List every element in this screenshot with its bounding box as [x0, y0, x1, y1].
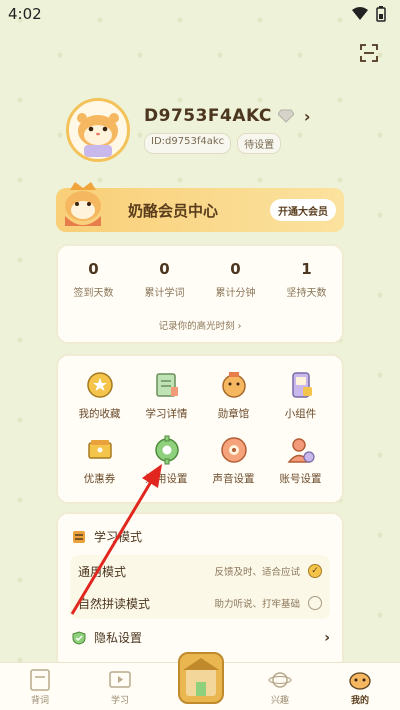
user-info: D9753F4AKC › ID:d9753f4akc 待设置: [144, 106, 311, 154]
feature-label: 优惠券: [83, 473, 116, 485]
nav-study[interactable]: 学习: [90, 669, 150, 706]
feature-label: 勋章馆: [217, 408, 250, 420]
user-id-tag[interactable]: ID:d9753f4akc: [144, 133, 232, 154]
wifi-icon: [352, 7, 368, 20]
feature-account-settings[interactable]: 账号设置: [267, 435, 334, 486]
feature-label: 账号设置: [279, 473, 322, 485]
feature-coupons[interactable]: 优惠券: [66, 435, 133, 486]
radio-checked-icon[interactable]: ✓: [308, 564, 322, 578]
nav-words[interactable]: 背词: [10, 669, 70, 706]
open-vip-button[interactable]: 开通大会员: [270, 199, 336, 221]
stat-label: 累计分钟: [215, 288, 256, 299]
feature-favorites[interactable]: 我的收藏: [66, 370, 133, 421]
profile-tags: ID:d9753f4akc 待设置: [144, 133, 311, 154]
feature-label: 我的收藏: [78, 408, 121, 420]
stat-label: 签到天数: [73, 288, 114, 299]
study-mode-header: 学习模式: [58, 514, 342, 545]
feature-label: 学习详情: [145, 408, 188, 420]
stat-streak-days[interactable]: 1 坚持天数: [274, 260, 340, 299]
stat-value: 0: [88, 260, 99, 278]
features-grid: 我的收藏 学习详情 勋章馆 小组件 优惠券 通用设置 声音设置 账号设置: [58, 356, 342, 486]
nav-label: 背词: [30, 696, 49, 706]
highlight-moments-link[interactable]: 记录你的高光时刻 ›: [58, 318, 342, 332]
house-center-icon: [183, 658, 219, 696]
phone-widget-icon: [291, 372, 312, 398]
battery-icon: [376, 6, 386, 22]
nav-me[interactable]: 我的: [330, 669, 390, 706]
diamond-icon: [277, 109, 294, 123]
account-icon: [286, 438, 315, 463]
study-mode-card: 学习模式 通用模式 反馈及时、适合应试 ✓ 自然拼读模式 助力听说、打牢基础 隐…: [56, 512, 344, 672]
privacy-label: 隐私设置: [94, 631, 143, 645]
feature-general-settings[interactable]: 通用设置: [133, 435, 200, 486]
stat-checkin-days[interactable]: 0 签到天数: [61, 260, 127, 299]
book-icon: [73, 530, 85, 543]
chevron-right-icon: ›: [324, 629, 330, 646]
user-name-row[interactable]: D9753F4AKC ›: [144, 106, 311, 126]
planet-icon: [268, 672, 292, 688]
stat-value: 0: [230, 260, 241, 278]
study-mode-options: 通用模式 反馈及时、适合应试 ✓ 自然拼读模式 助力听说、打牢基础: [70, 555, 330, 619]
abc-book-icon: [30, 669, 50, 691]
feature-sound-settings[interactable]: 声音设置: [200, 435, 267, 486]
nav-label: 兴趣: [270, 696, 289, 706]
avatar[interactable]: [66, 98, 130, 162]
vip-banner[interactable]: 奶酪会员中心 开通大会员: [56, 182, 344, 232]
nav-home-center[interactable]: [178, 652, 224, 704]
stat-label: 累计学词: [144, 288, 185, 299]
shield-icon: [72, 630, 86, 645]
vip-title: 奶酪会员中心: [128, 201, 219, 220]
badge-icon: [221, 372, 246, 398]
feature-label: 小组件: [284, 408, 317, 420]
speaker-icon: [220, 437, 247, 463]
radio-unchecked-icon[interactable]: [308, 596, 322, 610]
nav-label: 我的: [350, 696, 369, 706]
stat-minutes[interactable]: 0 累计分钟: [203, 260, 269, 299]
username: D9753F4AKC: [144, 106, 272, 126]
pending-settings-tag[interactable]: 待设置: [237, 133, 282, 154]
crowned-hamster-icon: [65, 182, 101, 226]
profile-header: D9753F4AKC › ID:d9753f4akc 待设置: [66, 98, 311, 162]
mode-name: 自然拼读模式: [78, 596, 151, 611]
stat-label: 坚持天数: [286, 288, 327, 299]
mode-option-phonics[interactable]: 自然拼读模式 助力听说、打牢基础: [70, 587, 330, 619]
mode-desc: 反馈及时、适合应试: [214, 567, 300, 578]
star-medal-icon: [86, 372, 113, 398]
mode-desc: 助力听说、打牢基础: [214, 599, 300, 610]
study-mode-title: 学习模式: [94, 530, 143, 544]
notebook-icon: [155, 373, 178, 397]
feature-label: 通用设置: [145, 473, 188, 485]
scan-icon[interactable]: [360, 44, 378, 62]
stats-row: 0 签到天数 0 累计学词 0 累计分钟 1 坚持天数: [58, 246, 342, 299]
video-play-icon: [109, 671, 131, 688]
feature-study-details[interactable]: 学习详情: [133, 370, 200, 421]
features-card: 我的收藏 学习详情 勋章馆 小组件 优惠券 通用设置 声音设置 账号设置: [56, 354, 344, 504]
hamster-avatar-icon: [77, 113, 119, 157]
gear-icon: [154, 435, 179, 465]
mode-option-general[interactable]: 通用模式 反馈及时、适合应试 ✓: [70, 555, 330, 587]
stats-card: 0 签到天数 0 累计学词 0 累计分钟 1 坚持天数 记录你的高光时刻 ›: [56, 244, 344, 344]
hamster-face-icon: [349, 672, 371, 690]
status-icons: [352, 6, 386, 22]
feature-label: 声音设置: [212, 473, 255, 485]
feature-badges[interactable]: 勋章馆: [200, 370, 267, 421]
chevron-right-icon[interactable]: ›: [304, 107, 311, 126]
privacy-settings-row[interactable]: 隐私设置 ›: [58, 619, 342, 646]
nav-interest[interactable]: 兴趣: [250, 669, 310, 706]
stat-words-learned[interactable]: 0 累计学词: [132, 260, 198, 299]
feature-widgets[interactable]: 小组件: [267, 370, 334, 421]
stat-value: 1: [301, 260, 312, 278]
nav-label: 学习: [110, 696, 129, 706]
stat-value: 0: [159, 260, 170, 278]
status-bar: 4:02: [0, 0, 400, 28]
coupon-icon: [87, 440, 112, 459]
status-time: 4:02: [8, 5, 42, 23]
mode-name: 通用模式: [78, 564, 127, 579]
